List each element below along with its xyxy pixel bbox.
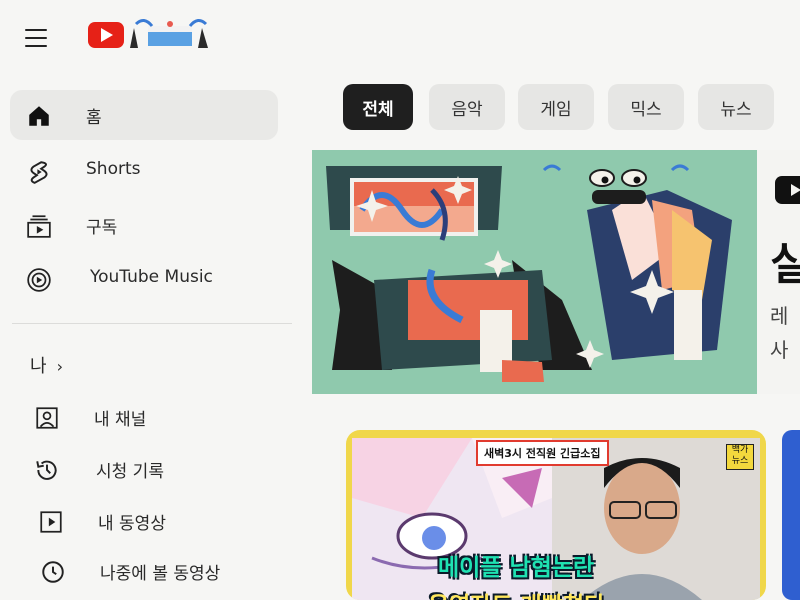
banner-subtitle-line-2: 사 bbox=[770, 338, 789, 362]
sidebar-item-my-channel[interactable]: 내 채널 bbox=[10, 392, 278, 442]
sidebar-item-label: 구독 bbox=[86, 218, 118, 238]
banner-subtitle-line-1: 레 bbox=[770, 304, 789, 328]
you-section-label: 나 bbox=[30, 356, 47, 377]
clock-icon bbox=[42, 561, 64, 583]
chip-gaming[interactable]: 게임 bbox=[518, 84, 594, 130]
sidebar-item-watch-later[interactable]: 나중에 볼 동영상 bbox=[10, 546, 278, 596]
youtube-logo-icon bbox=[775, 176, 800, 204]
home-icon bbox=[29, 106, 49, 126]
person-icon bbox=[36, 407, 58, 429]
sidebar-item-label: 나중에 볼 동영상 bbox=[100, 564, 221, 584]
sidebar-item-youtube-music[interactable]: YouTube Music bbox=[10, 254, 278, 304]
chip-all[interactable]: 전체 bbox=[343, 84, 413, 130]
banner-title: 실 bbox=[770, 239, 800, 290]
thumbnail-caption-line-2: 운영자도 개빡쳤다 bbox=[428, 586, 605, 600]
chip-music[interactable]: 음악 bbox=[429, 84, 505, 130]
sidebar-item-label: 내 동영상 bbox=[98, 514, 166, 534]
subscriptions-icon bbox=[27, 215, 51, 238]
youtube-music-icon bbox=[27, 268, 51, 292]
chip-mix[interactable]: 믹스 bbox=[608, 84, 684, 130]
sidebar-item-my-videos[interactable]: 내 동영상 bbox=[10, 496, 278, 546]
banner-illustration bbox=[326, 164, 732, 382]
youtube-doodle-logo[interactable] bbox=[86, 14, 226, 54]
video-thumbnail-card[interactable]: 새벽3시 전직원 긴급소집 백가뉴스 메이플 남혐논란 운영자도 개빡쳤다 bbox=[346, 430, 766, 600]
hamburger-menu-icon[interactable] bbox=[22, 24, 52, 52]
chevron-right-icon: › bbox=[56, 357, 63, 376]
chip-news[interactable]: 뉴스 bbox=[698, 84, 774, 130]
sidebar-item-label: 시청 기록 bbox=[96, 462, 164, 482]
history-icon bbox=[36, 460, 57, 480]
next-video-card-edge[interactable] bbox=[782, 430, 800, 600]
thumbnail-caption-line-1: 메이플 남혐논란 bbox=[438, 555, 595, 581]
news-badge: 백가 뉴스 bbox=[726, 444, 754, 470]
sidebar-item-label: 내 채널 bbox=[94, 410, 147, 430]
sidebar-item-label: YouTube Music bbox=[90, 267, 213, 287]
sidebar-item-history[interactable]: 시청 기록 bbox=[10, 444, 278, 494]
masthead bbox=[0, 0, 800, 80]
sidebar-item-label: Shorts bbox=[86, 159, 141, 179]
you-section-header[interactable]: 나 › bbox=[30, 352, 63, 378]
sidebar-item-home[interactable]: 홈 bbox=[10, 90, 278, 140]
promo-banner[interactable]: 실 레 사 bbox=[312, 150, 800, 394]
sidebar-item-label: 홈 bbox=[86, 108, 102, 128]
sidebar-item-shorts[interactable]: Shorts bbox=[10, 146, 278, 196]
play-square-icon bbox=[40, 511, 62, 533]
sidebar-item-subscriptions[interactable]: 구독 bbox=[10, 200, 278, 250]
sidebar: 홈 Shorts 구독 YouTube Music 나 › 내 채널 시청 기록… bbox=[0, 80, 300, 600]
sidebar-divider bbox=[12, 323, 292, 324]
shorts-icon bbox=[30, 161, 48, 184]
thumbnail-tag: 새벽3시 전직원 긴급소집 bbox=[476, 440, 609, 466]
